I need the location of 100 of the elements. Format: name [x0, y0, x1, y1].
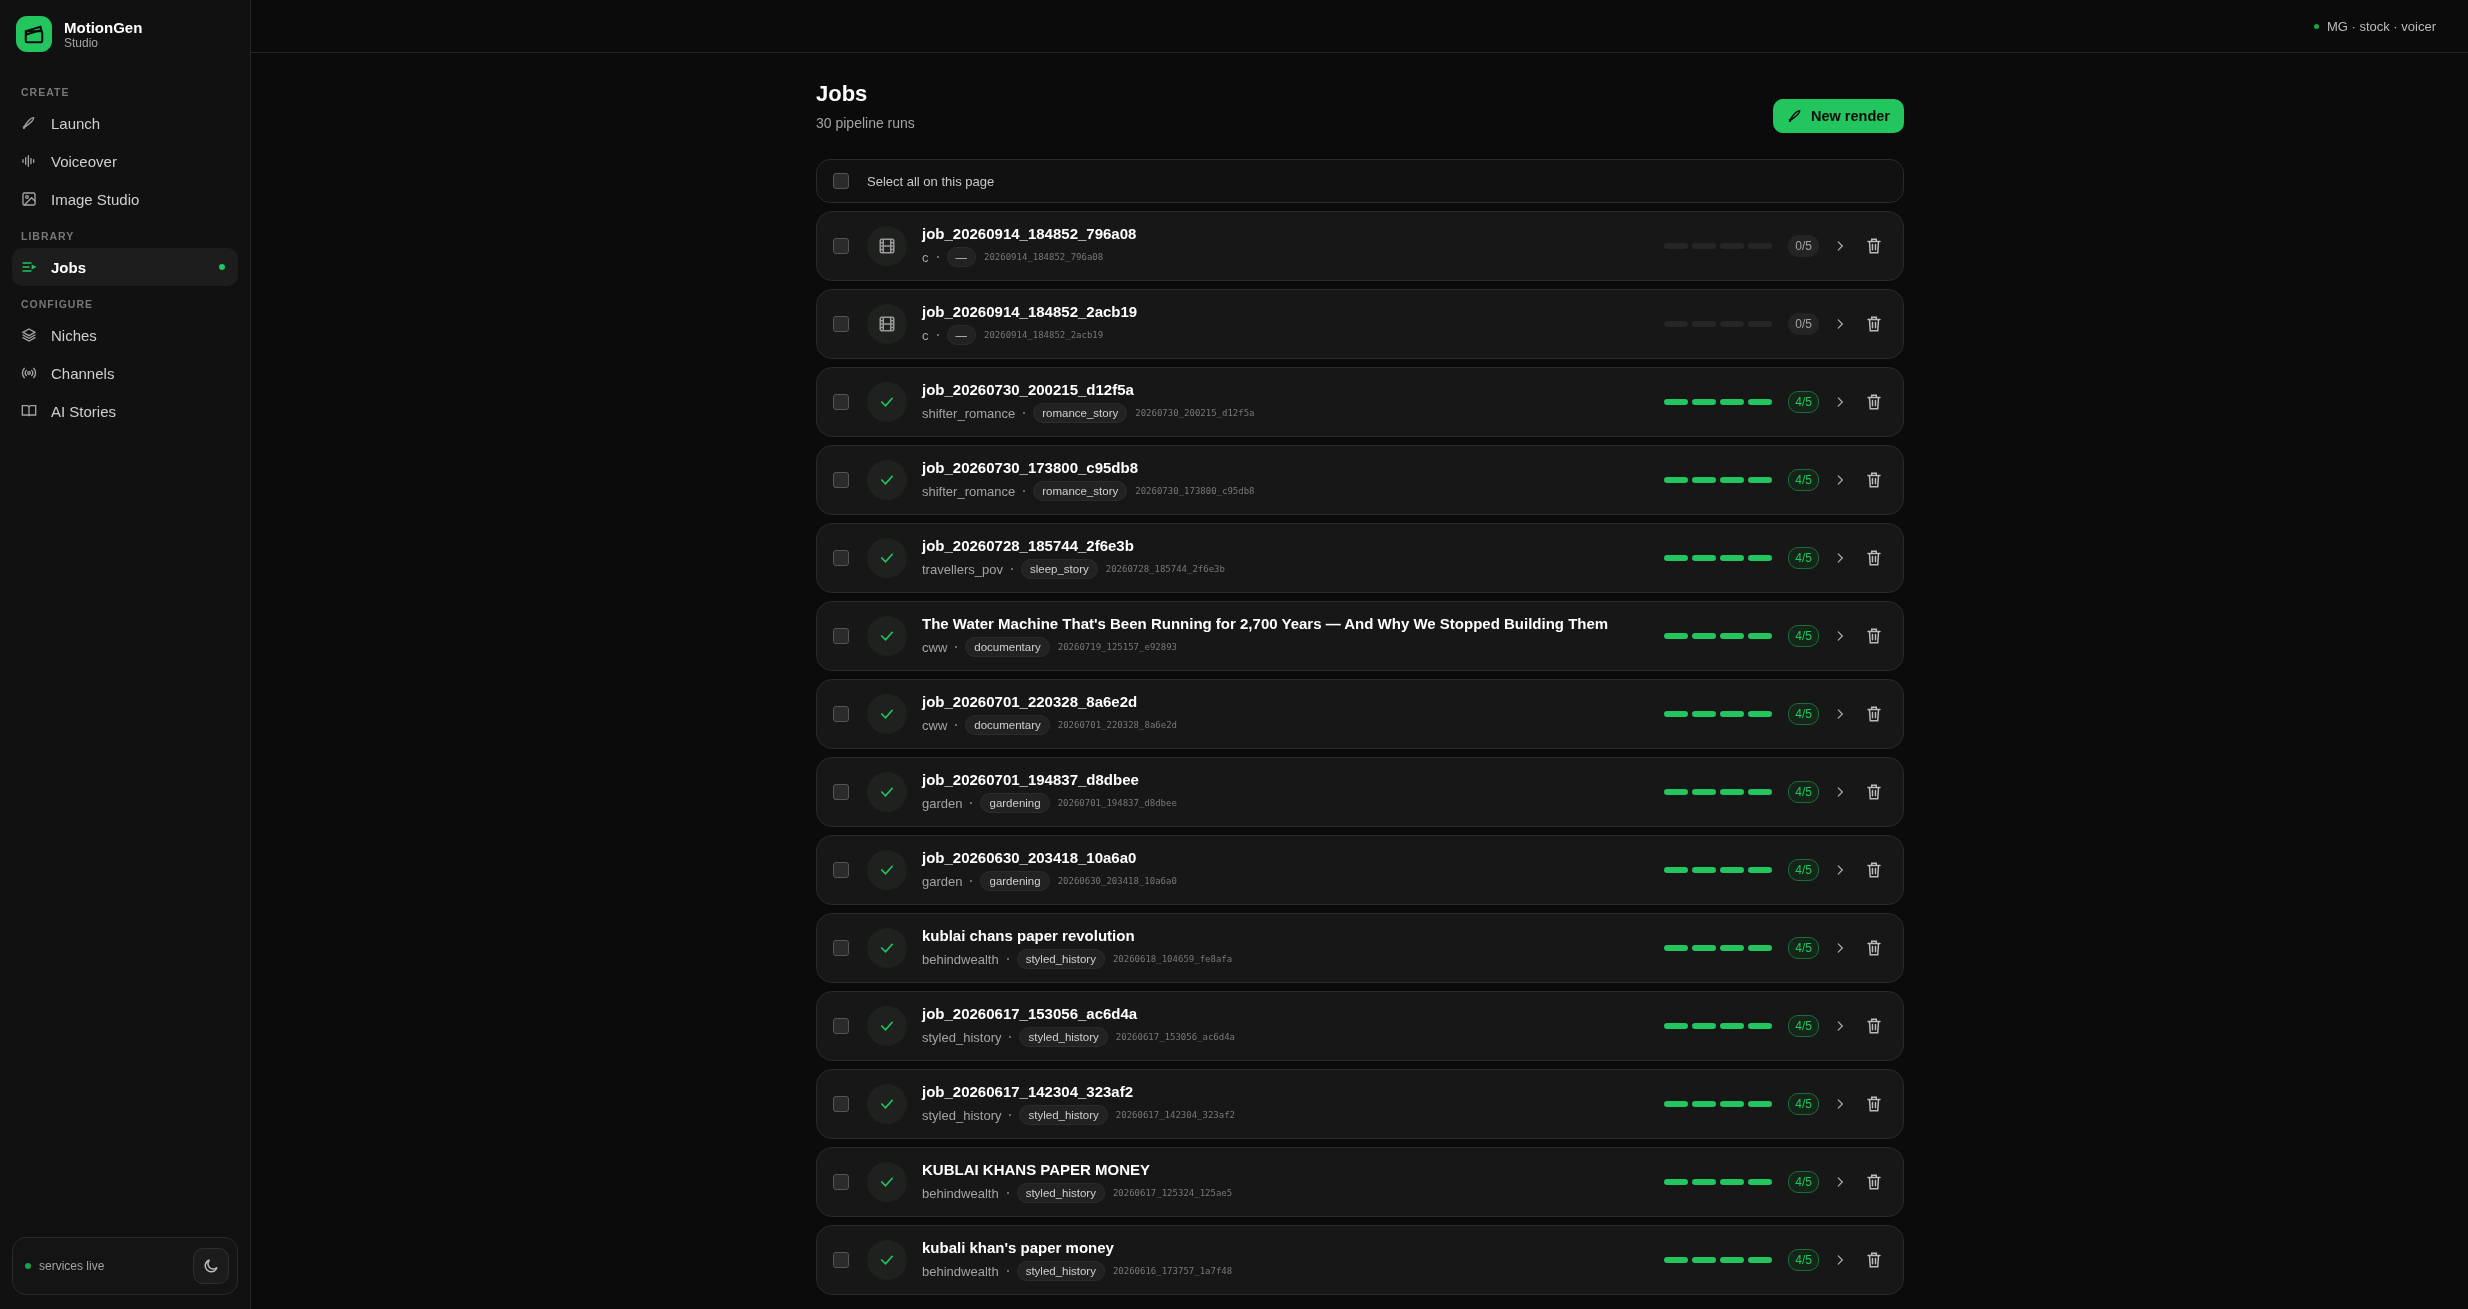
wave-icon: [21, 153, 37, 169]
job-card[interactable]: job_20260914_184852_796a08 c — 20260914_184852_796a08 0/5: [816, 211, 1904, 281]
trash-icon: [1865, 705, 1883, 723]
niche-tag: styled_history: [1019, 1027, 1108, 1047]
niche-tag: styled_history: [1016, 949, 1105, 969]
run-id: 20260914_184852_796a08: [984, 252, 1104, 262]
job-title: job_20260617_142304_323af2: [922, 1083, 1135, 1100]
run-id: 20260701_194837_d8dbee: [1057, 798, 1177, 808]
nav-item[interactable]: Voiceover: [12, 142, 238, 180]
job-card[interactable]: job_20260730_200215_d12f5a shifter_romance romance_story 20260730_200215_d12f5a 4/5: [816, 367, 1904, 437]
job-card[interactable]: kublai chans paper revolution behindwealth styled_history 20260618_104659_fe8afa 4/5: [816, 913, 1904, 983]
job-title: job_20260617_153056_ac6d4a: [922, 1005, 1139, 1022]
nav-item[interactable]: Launch: [12, 104, 238, 142]
job-card[interactable]: job_20260914_184852_2acb19 c — 20260914_184852_2acb19 0/5: [816, 289, 1904, 359]
nav-item[interactable]: Image Studio: [12, 180, 238, 218]
services-status: services live: [39, 1259, 105, 1273]
status-dot: [2313, 23, 2319, 29]
run-id: 20260617_142304_323af2: [1115, 1110, 1235, 1120]
job-card[interactable]: The Water Machine That's Been Running for 2,700 Years — And Why We Stopped Building Them cww documentary 20260719_125157_e92893 4/5: [816, 601, 1904, 671]
niche-tag: —: [946, 247, 976, 267]
film-icon: [878, 237, 896, 255]
trash-icon: [1865, 471, 1883, 489]
checkbox[interactable]: [833, 1018, 849, 1034]
checkbox[interactable]: [833, 394, 849, 410]
progress-count: 4/5: [1788, 391, 1819, 413]
job-card[interactable]: KUBLAI KHANS PAPER MONEY behindwealth styled_history 20260617_125324_125ae5 4/5: [816, 1147, 1904, 1217]
job-card[interactable]: kubali khan's paper money behindwealth styled_history 20260616_173757_1a7f48 4/5: [816, 1225, 1904, 1295]
channel-name: behindwealth: [922, 1185, 999, 1201]
status-dot: [25, 1263, 31, 1269]
job-title: job_20260630_203418_10a6a0: [922, 849, 1138, 866]
job-card[interactable]: job_20260730_173800_c95db8 shifter_romance romance_story 20260730_173800_c95db8 4/5: [816, 445, 1904, 515]
trash-icon: [1865, 1251, 1883, 1269]
job-title: job_20260914_184852_2acb19: [922, 303, 1139, 320]
nav-item[interactable]: AI Stories: [12, 392, 238, 430]
progress-count: 4/5: [1788, 781, 1819, 803]
film-icon: [878, 315, 896, 333]
checkbox[interactable]: [833, 1174, 849, 1190]
clapperboard-icon: [16, 16, 52, 52]
job-title: The Water Machine That's Been Running for 2,700 Years — And Why We Stopped Building Them: [922, 615, 1610, 632]
new-render-button[interactable]: New render: [1773, 99, 1904, 133]
run-id: 20260730_173800_c95db8: [1135, 486, 1255, 496]
trash-icon: [1865, 315, 1883, 333]
layers-icon: [21, 327, 37, 343]
checkbox[interactable]: [833, 472, 849, 488]
job-title: job_20260730_173800_c95db8: [922, 459, 1139, 476]
run-id: 20260616_173757_1a7f48: [1112, 1266, 1233, 1276]
channel-name: styled_history: [922, 1029, 1002, 1045]
job-card[interactable]: job_20260617_153056_ac6d4a styled_history styled_history 20260617_153056_ac6d4a 4/5: [816, 991, 1904, 1061]
niche-tag: styled_history: [1016, 1183, 1105, 1203]
checkbox[interactable]: [833, 940, 849, 956]
brand-name: MotionGen: [64, 18, 143, 36]
checkbox[interactable]: [833, 706, 849, 722]
checkbox[interactable]: [833, 316, 849, 332]
progress-count: 4/5: [1788, 1015, 1819, 1037]
job-card[interactable]: job_20260728_185744_2f6e3b travellers_pov sleep_story 20260728_185744_2f6e3b 4/5: [816, 523, 1904, 593]
channel-name: garden: [922, 873, 963, 889]
page-subtitle: 30 pipeline runs: [816, 115, 915, 131]
service-status: MG · stock · voicer: [2326, 18, 2436, 34]
checkbox[interactable]: [833, 1096, 849, 1112]
nav-item[interactable]: Jobs: [12, 248, 238, 286]
list-icon: [21, 259, 37, 275]
channel-name: cww: [922, 717, 948, 733]
job-card[interactable]: job_20260701_220328_8a6e2d cww documentary 20260701_220328_8a6e2d 4/5: [816, 679, 1904, 749]
job-title: job_20260914_184852_796a08: [922, 225, 1138, 242]
checkbox[interactable]: [833, 862, 849, 878]
moon-icon: [202, 1257, 220, 1275]
checkbox[interactable]: [833, 628, 849, 644]
trash-icon: [1865, 627, 1883, 645]
job-title: KUBLAI KHANS PAPER MONEY: [922, 1161, 1152, 1178]
progress-count: 4/5: [1788, 1093, 1819, 1115]
progress-count: 0/5: [1788, 313, 1819, 335]
channel-name: travellers_pov: [922, 561, 1003, 577]
select-all-label: Select all on this page: [867, 173, 995, 189]
checkbox[interactable]: [833, 784, 849, 800]
job-card[interactable]: job_20260630_203418_10a6a0 garden gardening 20260630_203418_10a6a0 4/5: [816, 835, 1904, 905]
checkbox[interactable]: [833, 1252, 849, 1268]
trash-icon: [1865, 1173, 1883, 1191]
job-title: kublai chans paper revolution: [922, 927, 1136, 944]
section-heading: CREATE: [20, 85, 71, 100]
niche-tag: gardening: [980, 871, 1050, 891]
trash-icon: [1865, 1095, 1883, 1113]
niche-tag: gardening: [980, 793, 1050, 813]
run-id: 20260617_125324_125ae5: [1112, 1188, 1233, 1198]
theme-toggle-button[interactable]: [193, 1248, 229, 1284]
nav-item[interactable]: Channels: [12, 354, 238, 392]
job-card[interactable]: job_20260701_194837_d8dbee garden gardening 20260701_194837_d8dbee 4/5: [816, 757, 1904, 827]
checkbox[interactable]: [833, 550, 849, 566]
job-title: job_20260730_200215_d12f5a: [922, 381, 1135, 398]
run-id: 20260730_200215_d12f5a: [1135, 408, 1255, 418]
progress-count: 4/5: [1788, 625, 1819, 647]
run-id: 20260701_220328_8a6e2d: [1057, 720, 1177, 730]
run-id: 20260618_104659_fe8afa: [1112, 954, 1233, 964]
trash-icon: [1865, 549, 1883, 567]
channel-name: behindwealth: [922, 951, 999, 967]
image-icon: [21, 191, 37, 207]
checkbox[interactable]: [833, 173, 849, 189]
checkbox[interactable]: [833, 238, 849, 254]
progress-count: 4/5: [1788, 1171, 1819, 1193]
nav-item[interactable]: Niches: [12, 316, 238, 354]
job-card[interactable]: job_20260617_142304_323af2 styled_history styled_history 20260617_142304_323af2 4/5: [816, 1069, 1904, 1139]
